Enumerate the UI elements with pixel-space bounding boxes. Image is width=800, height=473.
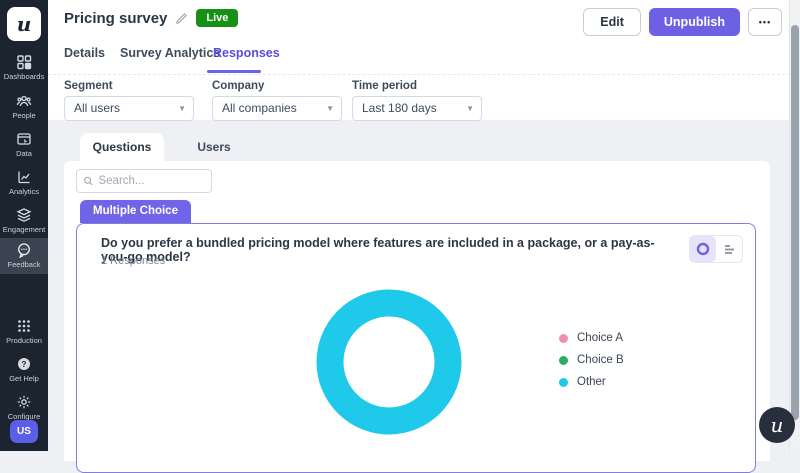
edit-title-pencil-icon[interactable] [175,12,188,25]
segment-value: All users [74,101,120,115]
sidebar-item-label: Data [0,149,48,158]
active-tab-underline [207,70,261,73]
chevron-down-icon: ▼ [466,97,474,120]
questions-panel: Multiple Choice Do you prefer a bundled … [64,161,770,461]
sidebar: u Dashboards People Data Analytics Engag… [0,0,48,451]
sidebar-item-configure[interactable]: Configure [0,390,48,421]
page-title: Pricing survey [64,10,167,27]
time-period-dropdown[interactable]: Last 180 days ▼ [352,96,482,121]
filters-bar: Segment All users ▼ Company All companies… [48,74,800,120]
question-card: Do you prefer a bundled pricing model wh… [76,223,756,473]
filter-segment: Segment All users ▼ [64,80,194,121]
filter-label: Company [212,80,342,92]
sidebar-item-feedback[interactable]: Feedback [0,238,48,274]
chart-legend: Choice A Choice B Other [559,327,624,393]
legend-label: Choice A [577,332,623,344]
edit-button[interactable]: Edit [583,8,641,36]
time-period-value: Last 180 days [362,101,437,115]
legend-dot [559,334,568,343]
app-logo[interactable]: u [7,7,41,41]
sidebar-item-label: Engagement [0,225,48,234]
content-area: Questions Users Multiple Choice Do you p… [48,120,800,451]
dashboards-icon [0,54,48,70]
legend-label: Choice B [577,354,624,366]
production-icon [0,318,48,334]
unpublish-button[interactable]: Unpublish [649,8,740,36]
legend-dot [559,378,568,387]
legend-item-other[interactable]: Other [559,371,624,393]
sidebar-item-label: Get Help [0,374,48,383]
legend-dot [559,356,568,365]
scrollbar-thumb[interactable] [791,25,799,420]
donut-chart-icon [694,240,712,258]
feedback-icon [0,242,48,258]
analytics-icon [0,169,48,185]
search-box[interactable] [76,169,212,193]
sidebar-item-get-help[interactable]: ? Get Help [0,352,48,383]
donut-chart [309,282,469,442]
legend-item-choice-b[interactable]: Choice B [559,349,624,371]
search-input[interactable] [98,175,205,187]
chart-type-toggle [689,235,743,263]
legend-label: Other [577,376,606,388]
tab-details[interactable]: Details [64,46,105,60]
brand-float-button[interactable]: u [759,407,795,443]
question-text: Do you prefer a bundled pricing model wh… [101,236,661,264]
sidebar-item-production[interactable]: Production [0,314,48,345]
responses-count: 1 Responses [101,255,165,267]
more-options-button[interactable]: ••• [748,8,782,36]
tab-users[interactable]: Users [172,133,256,161]
header-tabs: Details Survey Analytics Responses [48,40,800,74]
donut-view-button[interactable] [690,236,716,262]
people-icon [0,93,48,109]
chevron-down-icon: ▼ [178,97,186,120]
chevron-down-icon: ▼ [326,97,334,120]
segment-dropdown[interactable]: All users ▼ [64,96,194,121]
user-avatar[interactable]: US [10,420,38,443]
tab-responses[interactable]: Responses [213,46,280,60]
sidebar-item-data[interactable]: Data [0,127,48,158]
help-icon: ? [0,356,48,372]
filter-company: Company All companies ▼ [212,80,342,121]
search-icon [83,175,93,187]
sidebar-item-analytics[interactable]: Analytics [0,165,48,196]
vertical-scrollbar[interactable] [789,0,800,451]
main-area: Pricing survey Live Edit Unpublish ••• D… [48,0,800,451]
sidebar-item-label: Analytics [0,187,48,196]
data-icon [0,131,48,147]
tab-survey-analytics[interactable]: Survey Analytics [120,46,220,60]
sidebar-item-dashboards[interactable]: Dashboards [0,50,48,81]
svg-text:?: ? [22,360,27,369]
filter-label: Segment [64,80,194,92]
engagement-icon [0,207,48,223]
sidebar-item-people[interactable]: People [0,89,48,120]
page-header: Pricing survey Live Edit Unpublish ••• D… [48,0,800,120]
sidebar-item-label: Dashboards [0,72,48,81]
filter-label: Time period [352,80,482,92]
gear-icon [0,394,48,410]
sidebar-item-label: People [0,111,48,120]
company-value: All companies [222,101,297,115]
brand-float-letter: u [771,413,784,437]
sidebar-item-engagement[interactable]: Engagement [0,203,48,234]
filter-time-period: Time period Last 180 days ▼ [352,80,482,121]
question-type-badge: Multiple Choice [80,200,191,223]
sidebar-item-label: Feedback [0,260,48,269]
tab-questions[interactable]: Questions [80,133,164,161]
legend-item-choice-a[interactable]: Choice A [559,327,624,349]
sidebar-item-label: Production [0,336,48,345]
status-badge: Live [196,9,238,27]
bar-chart-icon [720,240,738,258]
app-logo-letter: u [17,12,32,36]
company-dropdown[interactable]: All companies ▼ [212,96,342,121]
bar-view-button[interactable] [716,236,742,262]
